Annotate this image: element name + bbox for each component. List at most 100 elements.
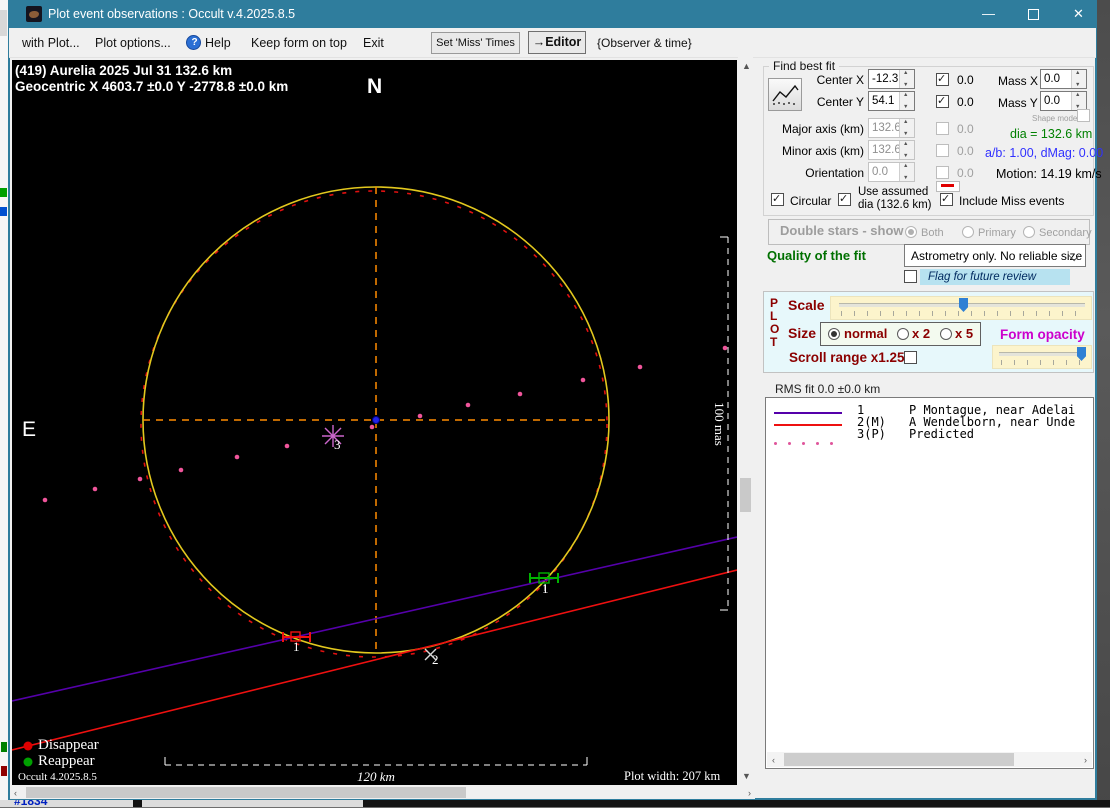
menu-help[interactable]: Help	[205, 36, 231, 50]
orientation-cb-label: 0.0	[957, 166, 974, 180]
orientation-spinner: 0.0	[868, 162, 915, 182]
obs-list-hscrollbar[interactable]: ‹ ›	[767, 752, 1092, 767]
spinner-arrows	[899, 119, 914, 137]
size-x2-radio[interactable]	[897, 328, 909, 340]
circular-checkbox[interactable]	[771, 192, 784, 206]
center-x-spinner[interactable]: -12.3	[868, 69, 915, 89]
background-fragment	[0, 10, 7, 36]
marker-2-label: 2	[432, 652, 439, 667]
plot-area[interactable]: (419) Aurelia 2025 Jul 31 132.6 km Geoce…	[12, 60, 737, 785]
plot-canvas[interactable]	[12, 60, 737, 785]
window-title: Plot event observations : Occult v.4.202…	[48, 7, 296, 21]
major-axis-checkbox	[936, 122, 949, 135]
maximize-button[interactable]	[1011, 0, 1056, 28]
center-y-spinner[interactable]: 54.1	[868, 91, 915, 111]
title-bar[interactable]: Plot event observations : Occult v.4.202…	[8, 0, 1097, 28]
plot-width-label: Plot width: 207 km	[624, 769, 721, 783]
editor-button[interactable]: →Editor	[528, 31, 586, 54]
obs-row-num[interactable]: 3(P)	[857, 427, 886, 441]
observations-listbox[interactable]: 1 P Montague, near Adelai 2(M) A Wendelb…	[765, 397, 1094, 769]
hscroll-thumb[interactable]	[26, 787, 466, 798]
double-primary-radio	[962, 226, 974, 238]
close-button[interactable]: ✕	[1056, 0, 1101, 28]
mass-y-spinner[interactable]: 0.0	[1040, 91, 1087, 111]
scroll-range-label: Scroll range x1.25	[789, 350, 905, 365]
app-icon	[26, 6, 42, 22]
scroll-up-arrow[interactable]: ▲	[742, 61, 751, 71]
flag-label-bg: Flag for future review	[920, 269, 1070, 285]
red-dash-indicator[interactable]	[936, 181, 960, 192]
set-miss-times-button[interactable]: Set 'Miss' Times	[431, 32, 520, 54]
mas-label: 100 mas	[712, 402, 727, 446]
scale-slider-thumb[interactable]	[959, 298, 968, 312]
major-axis-label: Major axis (km)	[781, 122, 864, 136]
double-secondary-label: Secondary	[1039, 227, 1092, 239]
plot-vscrollbar[interactable]: ▲ ▼	[738, 57, 753, 785]
legend-line-2	[774, 424, 842, 426]
scroll-range-checkbox[interactable]	[904, 351, 917, 364]
include-miss-label: Include Miss events	[959, 194, 1065, 208]
size-x5-radio[interactable]	[940, 328, 952, 340]
mass-x-spinner[interactable]: 0.0	[1040, 69, 1087, 89]
double-primary-label: Primary	[978, 227, 1016, 239]
scale-slider[interactable]	[830, 296, 1092, 320]
plot-letter-t: T	[770, 335, 778, 349]
spinner-arrows[interactable]	[899, 92, 914, 110]
size-x5-label: x 5	[955, 326, 974, 341]
size-x2-label: x 2	[912, 326, 931, 341]
plot-header-line1: (419) Aurelia 2025 Jul 31 132.6 km	[15, 63, 233, 78]
orientation-checkbox	[936, 166, 949, 179]
motion-text: Motion: 14.19 km/s	[996, 167, 1102, 181]
minimize-button[interactable]: —	[966, 0, 1011, 28]
form-opacity-slider[interactable]	[992, 345, 1092, 369]
use-assumed-label-2: dia (132.6 km)	[858, 199, 932, 211]
form-opacity-thumb[interactable]	[1077, 347, 1086, 361]
center-x-checkbox[interactable]	[936, 72, 949, 86]
menu-exit[interactable]: Exit	[363, 36, 384, 50]
mass-x-label: Mass X	[998, 74, 1039, 88]
menu-with-plot[interactable]: with Plot...	[22, 36, 80, 50]
taskbar-strip	[0, 800, 363, 807]
shape-model-label: Shape model	[1032, 114, 1080, 123]
help-icon	[186, 35, 201, 50]
size-normal-label: normal	[844, 326, 888, 341]
double-both-label: Both	[921, 227, 944, 239]
scroll-right-arrow[interactable]: ›	[1084, 755, 1087, 765]
red-dash-icon	[941, 184, 954, 187]
shape-model-checkbox[interactable]	[1077, 109, 1090, 122]
double-both-radio	[905, 226, 917, 238]
scroll-left-arrow[interactable]: ‹	[772, 755, 775, 765]
disappear-label: Disappear	[38, 737, 99, 753]
use-assumed-label-1: Use assumed	[858, 186, 929, 198]
observer-time-label: {Observer & time}	[597, 36, 692, 50]
use-assumed-checkbox[interactable]	[838, 192, 851, 206]
predicted-star-marker	[322, 425, 344, 447]
maximize-icon	[1028, 9, 1039, 20]
scroll-down-arrow[interactable]: ▼	[742, 771, 751, 781]
scroll-right-arrow[interactable]: ›	[748, 788, 751, 798]
chord-1-line[interactable]	[12, 536, 737, 702]
background-fragment	[133, 799, 142, 807]
spinner-arrows[interactable]	[899, 70, 914, 88]
obs-hscroll-thumb[interactable]	[784, 753, 1014, 766]
rms-label: RMS fit 0.0 ±0.0 km	[775, 382, 881, 396]
quality-label: Quality of the fit	[767, 248, 866, 263]
vscroll-thumb[interactable]	[740, 478, 751, 512]
menu-plot-options[interactable]: Plot options...	[95, 36, 171, 50]
scale-label: Scale	[788, 297, 825, 313]
chord-2-line[interactable]	[12, 569, 737, 751]
size-normal-radio[interactable]	[828, 328, 840, 340]
flag-checkbox[interactable]	[904, 270, 917, 283]
plot-hscrollbar[interactable]: ‹ ›	[10, 786, 755, 799]
center-y-label: Center Y	[816, 95, 864, 109]
quality-dropdown[interactable]: Astrometry only. No reliable size	[904, 244, 1086, 267]
include-miss-checkbox[interactable]	[940, 192, 953, 206]
center-y-checkbox[interactable]	[936, 94, 949, 108]
slider-ticks	[1001, 360, 1085, 365]
menu-keep-on-top[interactable]: Keep form on top	[251, 36, 347, 50]
obs-row-name[interactable]: Predicted	[909, 427, 974, 441]
scroll-left-arrow[interactable]: ‹	[14, 788, 17, 798]
spinner-arrows[interactable]	[1071, 92, 1086, 110]
major-cb-label: 0.0	[957, 122, 974, 136]
spinner-arrows[interactable]	[1071, 70, 1086, 88]
